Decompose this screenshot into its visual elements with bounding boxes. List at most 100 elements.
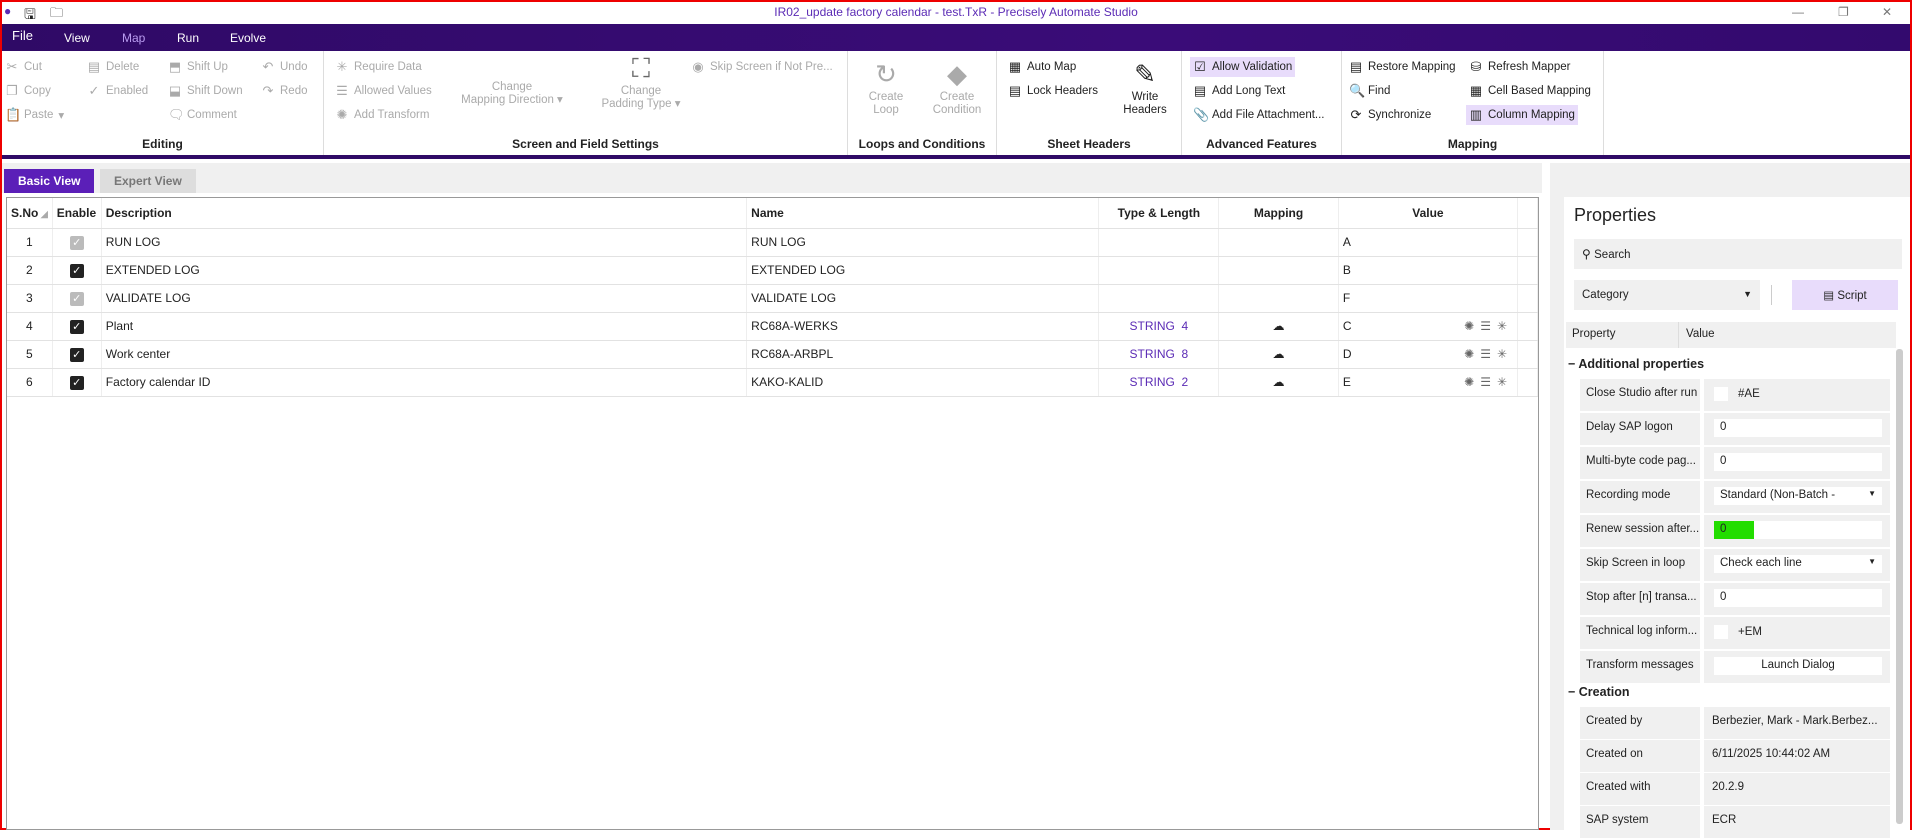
enable-checkbox[interactable]: ✓: [69, 235, 84, 250]
add-file-attachment-button[interactable]: 📎 Add File Attachment...: [1190, 105, 1328, 125]
add-long-text-button[interactable]: ▤ Add Long Text: [1190, 81, 1288, 101]
column-header-sno[interactable]: S.No ◢: [7, 198, 53, 229]
synchronize-button[interactable]: ⟳ Synchronize: [1346, 105, 1434, 125]
asterisk-icon[interactable]: ✳: [1497, 375, 1513, 389]
cloud-upload-icon[interactable]: ☁: [1273, 375, 1285, 389]
checkbox[interactable]: [1714, 625, 1728, 639]
value-input[interactable]: 0: [1714, 521, 1882, 539]
cell-description[interactable]: Plant: [101, 312, 748, 341]
menu-file[interactable]: File: [12, 28, 33, 43]
list-icon[interactable]: ☰: [1480, 347, 1497, 361]
cell-value[interactable]: E ✺☰✳: [1338, 368, 1519, 397]
cell-name[interactable]: RUN LOG: [746, 228, 1100, 257]
cell-mapping[interactable]: ☁: [1218, 312, 1339, 341]
redo-button[interactable]: ↷ Redo: [258, 81, 311, 101]
cell-type[interactable]: STRING 4: [1098, 312, 1220, 341]
cell-mapping[interactable]: ☁: [1218, 368, 1339, 397]
restore-button[interactable]: ❐: [1838, 5, 1849, 19]
column-header-name[interactable]: Name: [746, 198, 1100, 229]
cell-type[interactable]: [1098, 284, 1220, 313]
transform-icon[interactable]: ✺: [1464, 347, 1480, 361]
close-button[interactable]: ✕: [1882, 5, 1892, 19]
properties-scrollbar[interactable]: [1896, 349, 1903, 824]
value-select[interactable]: Check each line ▼: [1714, 555, 1882, 573]
shift-down-button[interactable]: ⬓ Shift Down: [165, 81, 246, 101]
tab-expert-view[interactable]: Expert View: [100, 169, 196, 193]
menu-view[interactable]: View: [64, 31, 90, 45]
value-input[interactable]: 0: [1714, 589, 1882, 607]
list-icon[interactable]: ☰: [1480, 319, 1497, 333]
launch-dialog-button[interactable]: Launch Dialog: [1714, 657, 1882, 675]
enable-checkbox[interactable]: ✓: [69, 291, 84, 306]
table-row[interactable]: 5 ✓ Work center RC68A-ARBPL STRING 8 ☁ D…: [7, 340, 1538, 369]
transform-icon[interactable]: ✺: [1464, 375, 1480, 389]
comment-button[interactable]: 🗨 Comment: [165, 105, 240, 125]
properties-search[interactable]: ⚲ Search: [1574, 239, 1902, 269]
section-header[interactable]: − Creation: [1568, 685, 1629, 699]
column-mapping-button[interactable]: ▥ Column Mapping: [1466, 105, 1578, 125]
script-button[interactable]: ▤ Script: [1792, 280, 1898, 310]
table-row[interactable]: 6 ✓ Factory calendar ID KAKO-KALID STRIN…: [7, 368, 1538, 397]
enable-checkbox[interactable]: ✓: [69, 319, 84, 334]
shift-up-button[interactable]: ⬒ Shift Up: [165, 57, 231, 77]
restore-mapping-button[interactable]: ▤ Restore Mapping: [1346, 57, 1459, 77]
lock-headers-button[interactable]: ▤ Lock Headers: [1005, 81, 1101, 101]
cell-type[interactable]: STRING 8: [1098, 340, 1220, 369]
value-input[interactable]: 0: [1714, 419, 1882, 437]
menu-map[interactable]: Map: [122, 31, 145, 45]
cell-type[interactable]: STRING 2: [1098, 368, 1220, 397]
cell-description[interactable]: Work center: [101, 340, 748, 369]
cell-description[interactable]: RUN LOG: [101, 228, 748, 257]
cell-name[interactable]: RC68A-ARBPL: [746, 340, 1100, 369]
change-mapping-direction-button[interactable]: Change Mapping Direction ▾: [452, 81, 572, 107]
asterisk-icon[interactable]: ✳: [1497, 319, 1513, 333]
column-header-description[interactable]: Description: [101, 198, 748, 229]
menu-evolve[interactable]: Evolve: [230, 31, 266, 45]
column-header-enable[interactable]: Enable: [52, 198, 102, 229]
table-row[interactable]: 2 ✓ EXTENDED LOG EXTENDED LOG B: [7, 256, 1538, 285]
cell-name[interactable]: KAKO-KALID: [746, 368, 1100, 397]
cell-mapping[interactable]: [1218, 284, 1339, 313]
create-loop-button[interactable]: ↻ Create Loop: [856, 57, 916, 117]
menu-run[interactable]: Run: [177, 31, 199, 45]
cell-value[interactable]: F: [1338, 284, 1519, 313]
cell-mapping[interactable]: ☁: [1218, 340, 1339, 369]
refresh-mapper-button[interactable]: ⛁ Refresh Mapper: [1466, 57, 1573, 77]
enable-checkbox[interactable]: ✓: [69, 347, 84, 362]
list-icon[interactable]: ☰: [1480, 375, 1497, 389]
cell-value[interactable]: C ✺☰✳: [1338, 312, 1519, 341]
cell-type[interactable]: [1098, 256, 1220, 285]
column-header-value[interactable]: Value: [1338, 198, 1519, 229]
cell-value[interactable]: A: [1338, 228, 1519, 257]
value-input[interactable]: 0: [1714, 453, 1882, 471]
change-padding-type-button[interactable]: ⛶ Change Padding Type ▾: [586, 51, 696, 111]
checkbox[interactable]: [1714, 387, 1728, 401]
collapse-icon[interactable]: −: [1568, 685, 1579, 699]
cell-description[interactable]: Factory calendar ID: [101, 368, 748, 397]
cell-type[interactable]: [1098, 228, 1220, 257]
copy-button[interactable]: ❐ Copy: [2, 81, 54, 101]
cell-name[interactable]: RC68A-WERKS: [746, 312, 1100, 341]
undo-button[interactable]: ↶ Undo: [258, 57, 311, 77]
column-header-mapping[interactable]: Mapping: [1218, 198, 1339, 229]
cloud-upload-icon[interactable]: ☁: [1273, 347, 1285, 361]
enabled-button[interactable]: ✓ Enabled: [84, 81, 151, 101]
cell-based-mapping-button[interactable]: ▦ Cell Based Mapping: [1466, 81, 1594, 101]
cloud-upload-icon[interactable]: ☁: [1273, 319, 1285, 333]
cell-description[interactable]: VALIDATE LOG: [101, 284, 748, 313]
create-condition-button[interactable]: ◆ Create Condition: [924, 57, 990, 117]
allowed-values-button[interactable]: ☰ Allowed Values: [332, 81, 435, 101]
cell-value[interactable]: B: [1338, 256, 1519, 285]
skip-screen-button[interactable]: ◉ Skip Screen if Not Pre...: [688, 57, 836, 77]
minimize-button[interactable]: —: [1792, 5, 1804, 19]
cut-button[interactable]: ✂ Cut: [2, 57, 45, 77]
paste-button[interactable]: 📋 Paste ▾: [2, 105, 67, 125]
find-button[interactable]: 🔍 Find: [1346, 81, 1393, 101]
enable-checkbox[interactable]: ✓: [69, 263, 84, 278]
write-headers-button[interactable]: ✎ Write Headers: [1115, 57, 1175, 117]
enable-checkbox[interactable]: ✓: [69, 375, 84, 390]
allow-validation-button[interactable]: ☑ Allow Validation: [1190, 57, 1296, 77]
value-select[interactable]: Standard (Non-Batch - ▼: [1714, 487, 1882, 505]
delete-button[interactable]: ▤ Delete: [84, 57, 142, 77]
category-dropdown[interactable]: Category ▼: [1574, 280, 1760, 310]
